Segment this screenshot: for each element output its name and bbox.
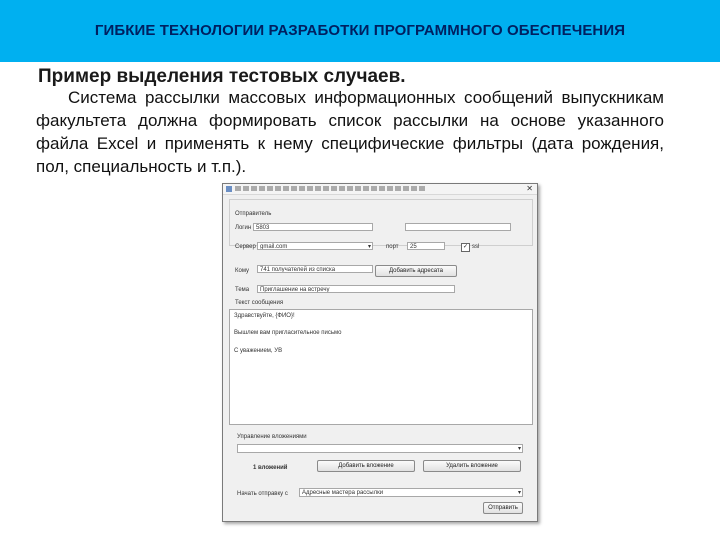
body-line: С уважением, УВ [234,348,283,354]
close-icon[interactable]: ✕ [526,184,533,193]
dialog-titlebar: ✕ [223,184,537,195]
attachments-label: Управление вложениями [237,434,307,440]
attachments-combo[interactable]: ▾ [237,444,523,453]
login-field[interactable]: 5803 [253,223,373,231]
message-body-textarea[interactable]: Здравствуйте, {ФИО}! Вышлем вам пригласи… [229,309,533,425]
body-line: Здравствуйте, {ФИО}! [234,313,295,319]
slide-paragraph: Система рассылки массовых информационных… [36,88,664,176]
port-label: порт [386,244,399,250]
remove-attachment-button[interactable]: Удалить вложение [423,460,521,472]
body-label: Текст сообщения [235,300,284,306]
server-combo[interactable]: gmail.com ▾ [257,242,373,250]
add-attachment-button[interactable]: Добавить вложение [317,460,415,472]
subject-label: Тема [235,287,250,293]
send-label: Начать отправку с [237,491,288,497]
body-line: Вышлем вам пригласительное письмо [234,330,342,336]
subject-field[interactable]: Приглашение на встречу [257,285,455,293]
send-mode-combo[interactable]: Адресные мастера рассылки ▾ [299,488,523,497]
chevron-down-icon[interactable]: ▾ [518,489,521,496]
header-title: ГИБКИЕ ТЕХНОЛОГИИ РАЗРАБОТКИ ПРОГРАММНОГ… [94,22,626,39]
attachments-count: 1 вложений [253,465,288,471]
dialog-title-text [235,186,425,191]
slide-subtitle: Пример выделения тестовых случаев. [38,66,406,87]
chevron-down-icon[interactable]: ▾ [518,445,521,452]
chevron-down-icon[interactable]: ▾ [368,243,371,249]
send-mode-value: Адресные мастера рассылки [302,490,384,496]
port-field[interactable]: 25 [407,242,445,250]
to-label: Кому [235,268,250,274]
app-icon [226,186,232,192]
ssl-label: ssl [472,244,480,250]
server-label: Сервер [235,244,256,250]
slide-header: ГИБКИЕ ТЕХНОЛОГИИ РАЗРАБОТКИ ПРОГРАММНОГ… [0,0,720,62]
ssl-checkbox[interactable]: ✓ [461,243,470,252]
login-label: Логин [235,225,252,231]
mail-dialog-window: ✕ Отправитель Логин 5803 Сервер gmail.co… [222,183,538,522]
password-field[interactable] [405,223,511,231]
add-recipient-button[interactable]: Добавить адресата [375,265,457,277]
send-button[interactable]: Отправить [483,502,523,514]
to-field[interactable]: 741 получателей из списка [257,265,373,273]
server-value: gmail.com [260,244,288,250]
sender-group-label: Отправитель [235,211,272,217]
